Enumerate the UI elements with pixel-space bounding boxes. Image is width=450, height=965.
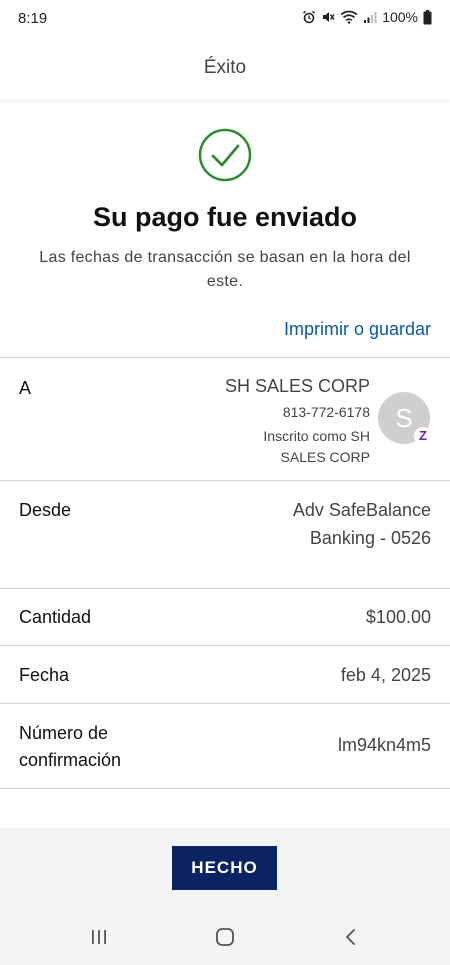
recipient-name: SH SALES CORP	[224, 376, 370, 396]
recent-apps-button[interactable]	[79, 922, 119, 952]
zelle-icon: Z	[414, 427, 432, 445]
alarm-icon	[303, 10, 316, 24]
status-icons: 100%	[302, 9, 432, 25]
success-check-icon	[198, 128, 252, 182]
confirmation-content: Su pago fue enviado Las fechas de transa…	[0, 100, 450, 828]
divider	[0, 788, 450, 789]
home-icon	[216, 928, 234, 946]
divider	[0, 357, 450, 358]
divider	[0, 645, 450, 646]
mute-icon	[323, 12, 335, 22]
back-button[interactable]	[331, 922, 371, 952]
recipient-phone: 813-772-6178	[282, 404, 370, 420]
from-account-line2: Banking - 0526	[309, 528, 431, 548]
back-icon	[346, 929, 355, 945]
bottom-action-area: HECHO	[0, 828, 450, 908]
print-or-save-link[interactable]: Imprimir o guardar	[284, 319, 431, 340]
system-nav-bar	[0, 908, 450, 965]
success-title: Su pago fue enviado	[92, 202, 358, 232]
done-button[interactable]: HECHO	[172, 846, 277, 890]
amount-label: Cantidad	[19, 607, 92, 627]
home-button[interactable]	[205, 922, 245, 952]
success-subtitle: Las fechas de transacción se basan en la…	[39, 249, 411, 290]
to-label: A	[19, 378, 32, 398]
signal-icon	[364, 12, 377, 23]
confirmation-number: lm94kn4m5	[337, 735, 431, 755]
status-time: 8:19	[18, 10, 48, 27]
amount-value: $100.00	[365, 607, 431, 627]
wifi-icon	[340, 10, 358, 24]
divider	[0, 480, 450, 481]
from-label: Desde	[19, 500, 72, 520]
confirmation-label-line2: confirmación	[19, 750, 122, 770]
battery-icon	[423, 9, 432, 24]
date-label: Fecha	[19, 665, 70, 685]
page-title: Éxito	[203, 57, 247, 78]
app-header: Éxito	[0, 38, 450, 100]
from-account-line1: Adv SafeBalance	[292, 500, 431, 520]
recent-apps-icon	[92, 930, 106, 944]
battery-percent: 100%	[382, 9, 418, 25]
status-bar: 8:19 100%	[0, 0, 450, 38]
divider	[0, 588, 450, 589]
recipient-enrolled-as: Inscrito como SH SALES CORP	[263, 428, 370, 465]
divider	[0, 703, 450, 704]
date-value: feb 4, 2025	[340, 665, 431, 685]
confirmation-label-line1: Número de	[19, 723, 109, 743]
